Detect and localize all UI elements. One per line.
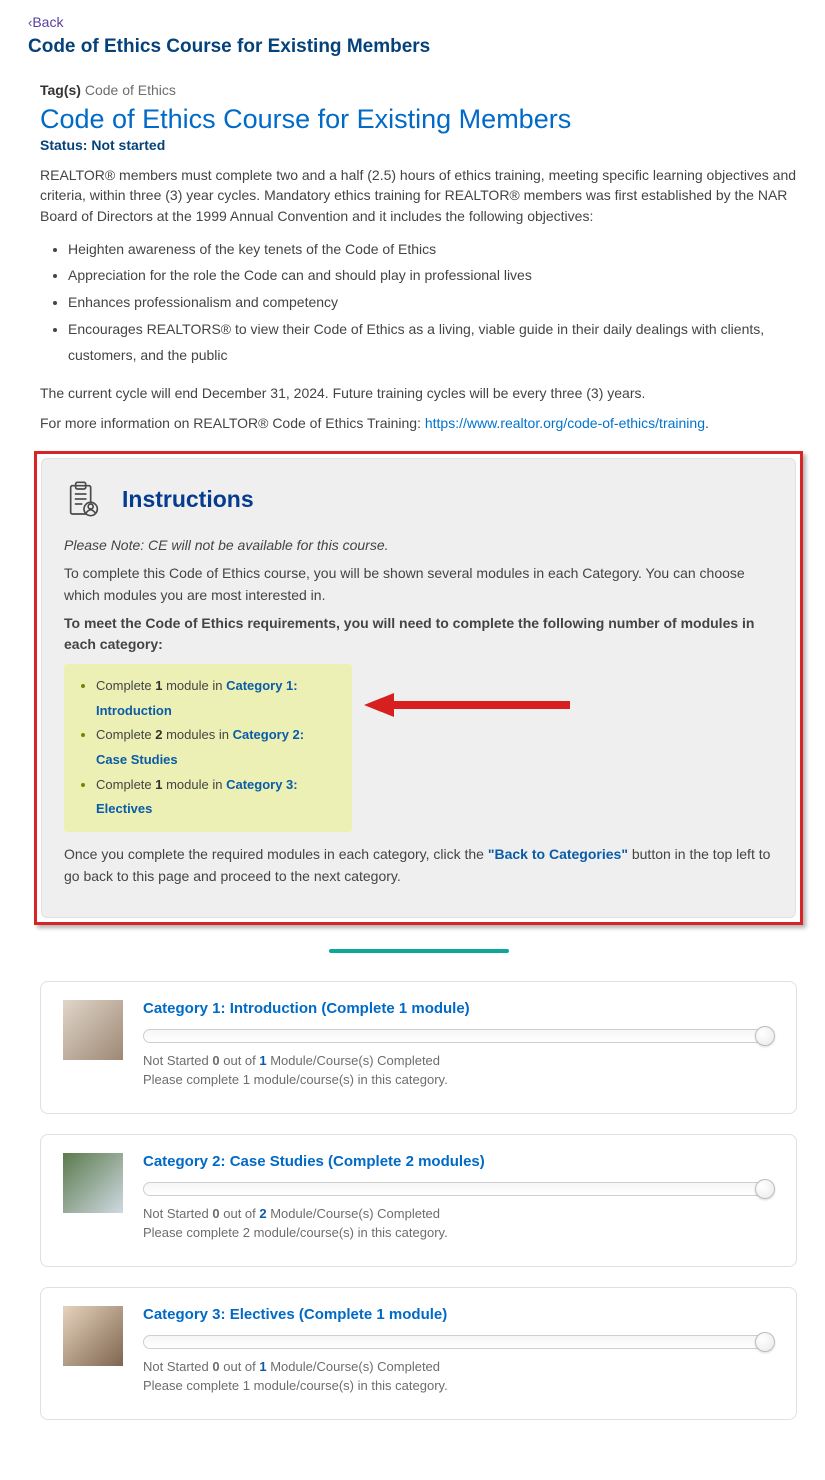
category-title[interactable]: Category 3: Electives (Complete 1 module… xyxy=(143,1306,774,1323)
progress-bar xyxy=(143,1029,774,1043)
tags-value: Code of Ethics xyxy=(85,82,176,98)
category-card[interactable]: Category 2: Case Studies (Complete 2 mod… xyxy=(40,1134,797,1267)
category-note: Please complete 2 module/course(s) in th… xyxy=(143,1225,774,1240)
instructions-panel: Instructions Please Note: CE will not be… xyxy=(41,458,796,918)
category-note: Please complete 1 module/course(s) in th… xyxy=(143,1378,774,1393)
category-thumbnail xyxy=(63,1000,123,1060)
objective-item: Enhances professionalism and competency xyxy=(68,289,797,316)
instructions-note: Please Note: CE will not be available fo… xyxy=(64,535,773,557)
category-title[interactable]: Category 1: Introduction (Complete 1 mod… xyxy=(143,1000,774,1017)
training-link[interactable]: https://www.realtor.org/code-of-ethics/t… xyxy=(425,415,705,431)
progress-knob-icon xyxy=(755,1179,775,1199)
back-link[interactable]: ‹Back xyxy=(28,14,797,30)
requirement-item: Complete 1 module in Category 1: Introdu… xyxy=(96,674,338,723)
tags-label: Tag(s) xyxy=(40,82,81,98)
requirement-item: Complete 2 modules in Category 2: Case S… xyxy=(96,723,338,772)
instructions-p3: Once you complete the required modules i… xyxy=(64,844,773,887)
category-title[interactable]: Category 2: Case Studies (Complete 2 mod… xyxy=(143,1153,774,1170)
cycle-note: The current cycle will end December 31, … xyxy=(40,383,797,403)
progress-knob-icon xyxy=(755,1332,775,1352)
progress-text: Not Started 0 out of 1 Module/Course(s) … xyxy=(143,1359,774,1374)
arrow-left-icon xyxy=(360,690,580,725)
progress-knob-icon xyxy=(755,1026,775,1046)
highlight-frame: Instructions Please Note: CE will not be… xyxy=(34,451,803,925)
page-title: Code of Ethics Course for Existing Membe… xyxy=(28,36,797,58)
progress-text: Not Started 0 out of 2 Module/Course(s) … xyxy=(143,1206,774,1221)
course-status: Status: Not started xyxy=(40,137,797,153)
category-thumbnail xyxy=(63,1306,123,1366)
instructions-p2: To meet the Code of Ethics requirements,… xyxy=(64,613,773,656)
more-info-line: For more information on REALTOR® Code of… xyxy=(40,413,797,433)
back-label: Back xyxy=(32,14,63,30)
requirement-item: Complete 1 module in Category 3: Electiv… xyxy=(96,773,338,822)
instructions-title: Instructions xyxy=(122,486,254,513)
instructions-p1: To complete this Code of Ethics course, … xyxy=(64,563,773,606)
clipboard-user-icon xyxy=(64,479,104,519)
progress-bar xyxy=(143,1335,774,1349)
course-heading: Code of Ethics Course for Existing Membe… xyxy=(40,104,797,135)
progress-text: Not Started 0 out of 1 Module/Course(s) … xyxy=(143,1053,774,1068)
category-note: Please complete 1 module/course(s) in th… xyxy=(143,1072,774,1087)
course-intro: REALTOR® members must complete two and a… xyxy=(40,165,797,226)
objective-item: Encourages REALTORS® to view their Code … xyxy=(68,316,797,369)
section-divider xyxy=(329,949,509,953)
objective-item: Appreciation for the role the Code can a… xyxy=(68,262,797,289)
objectives-list: Heighten awareness of the key tenets of … xyxy=(40,236,797,369)
objective-item: Heighten awareness of the key tenets of … xyxy=(68,236,797,263)
progress-bar xyxy=(143,1182,774,1196)
category-thumbnail xyxy=(63,1153,123,1213)
category-card[interactable]: Category 1: Introduction (Complete 1 mod… xyxy=(40,981,797,1114)
category-card[interactable]: Category 3: Electives (Complete 1 module… xyxy=(40,1287,797,1420)
requirement-highlight: Complete 1 module in Category 1: Introdu… xyxy=(64,664,352,832)
tags-line: Tag(s) Code of Ethics xyxy=(40,82,797,98)
